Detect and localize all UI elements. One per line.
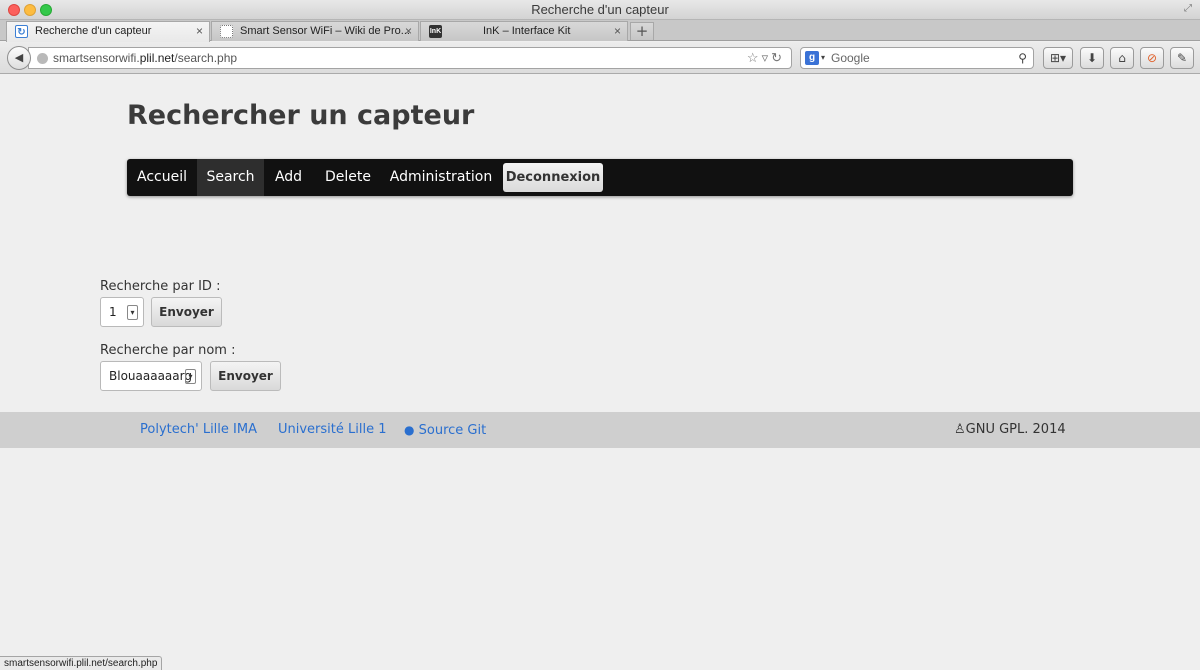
name-select[interactable]: Blouaaaaaarg ▾ bbox=[100, 361, 202, 391]
bookmark-star-icon[interactable]: ☆▿↻ bbox=[747, 48, 785, 68]
nav-item-search[interactable]: Search bbox=[197, 159, 264, 196]
extensions-icon[interactable]: ⊞▾ bbox=[1043, 47, 1073, 69]
addon-icon[interactable]: ✎ bbox=[1170, 47, 1194, 69]
page-footer: Polytech' Lille IMA Université Lille 1 ●… bbox=[0, 412, 1200, 448]
back-arrow-icon: ◀ bbox=[14, 51, 24, 64]
id-select[interactable]: 1 ▾ bbox=[100, 297, 144, 327]
download-icon[interactable]: ⬇ bbox=[1080, 47, 1104, 69]
nav-item-add[interactable]: Add bbox=[264, 159, 313, 196]
maximize-window-button[interactable] bbox=[40, 4, 52, 16]
fullscreen-icon[interactable]: ⤢ bbox=[1182, 3, 1194, 15]
chevron-down-icon: ▾ bbox=[185, 369, 196, 384]
search-icon[interactable]: ⚲ bbox=[1018, 48, 1027, 68]
footer-link-universite[interactable]: Université Lille 1 bbox=[278, 412, 387, 448]
linux-penguin-icon: ♙ bbox=[954, 422, 966, 437]
footer-link-source-git[interactable]: ● Source Git bbox=[404, 412, 486, 449]
chevron-down-icon: ▾ bbox=[127, 305, 138, 320]
close-tab-icon[interactable]: × bbox=[614, 22, 621, 40]
nav-item-administration[interactable]: Administration bbox=[383, 159, 499, 196]
status-bar: smartsensorwifi.plil.net/search.php bbox=[0, 656, 163, 670]
window-titlebar: Recherche d'un capteur ⤢ bbox=[0, 0, 1200, 20]
ink-logo-icon: InK bbox=[429, 25, 442, 38]
tab-label: InK – Interface Kit bbox=[483, 25, 571, 37]
footer-link-polytech[interactable]: Polytech' Lille IMA bbox=[140, 412, 257, 448]
search-input[interactable]: g ▾ Google ⚲ bbox=[800, 47, 1034, 69]
new-tab-button[interactable]: + bbox=[630, 22, 654, 40]
tab-label: Smart Sensor WiFi – Wiki de Pro... bbox=[240, 25, 410, 37]
page-title: Rechercher un capteur bbox=[127, 100, 475, 131]
home-icon[interactable]: ⌂ bbox=[1110, 47, 1134, 69]
footer-link-label: Source Git bbox=[418, 423, 487, 438]
tab-label: Recherche d'un capteur bbox=[35, 25, 152, 37]
minimize-window-button[interactable] bbox=[24, 4, 36, 16]
google-icon: g bbox=[805, 51, 819, 65]
browser-toolbar: smartsensorwifi.plil.net/search.php ☆▿↻ … bbox=[0, 42, 1200, 74]
submit-id-button[interactable]: Envoyer bbox=[151, 297, 222, 327]
address-bar[interactable]: smartsensorwifi.plil.net/search.php ☆▿↻ bbox=[28, 47, 792, 69]
license-label: GNU GPL. 2014 bbox=[965, 422, 1066, 437]
search-by-id-label: Recherche par ID : bbox=[100, 279, 221, 294]
tab-wiki[interactable]: Smart Sensor WiFi – Wiki de Pro... × bbox=[211, 21, 419, 41]
logout-button[interactable]: Deconnexion bbox=[503, 163, 603, 192]
tab-strip: ↻ Recherche d'un capteur × Smart Sensor … bbox=[0, 20, 1200, 42]
github-icon: ● bbox=[404, 423, 415, 437]
close-tab-icon[interactable]: × bbox=[405, 22, 412, 40]
license-text: ♙GNU GPL. 2014 bbox=[954, 412, 1066, 448]
globe-icon bbox=[37, 53, 48, 64]
search-by-name-label: Recherche par nom : bbox=[100, 343, 236, 358]
main-navbar: Accueil Search Add Delete Administration… bbox=[127, 159, 1073, 196]
nav-item-delete[interactable]: Delete bbox=[313, 159, 383, 196]
close-window-button[interactable] bbox=[8, 4, 20, 16]
nav-item-accueil[interactable]: Accueil bbox=[127, 159, 197, 196]
close-tab-icon[interactable]: × bbox=[196, 22, 203, 40]
blank-page-icon bbox=[220, 25, 233, 38]
engine-dropdown-icon[interactable]: ▾ bbox=[821, 48, 825, 68]
tab-ink[interactable]: InK InK – Interface Kit × bbox=[420, 21, 628, 41]
submit-name-button[interactable]: Envoyer bbox=[210, 361, 281, 391]
id-select-value: 1 bbox=[109, 305, 117, 319]
refresh-icon: ↻ bbox=[15, 25, 28, 38]
name-select-value: Blouaaaaaarg bbox=[109, 369, 192, 383]
search-placeholder: Google bbox=[831, 51, 870, 65]
back-button[interactable]: ◀ bbox=[7, 46, 31, 70]
tab-recherche[interactable]: ↻ Recherche d'un capteur × bbox=[6, 21, 210, 42]
url-text: smartsensorwifi.plil.net/search.php bbox=[53, 51, 238, 65]
window-title: Recherche d'un capteur bbox=[531, 2, 669, 17]
block-icon[interactable]: ⊘ bbox=[1140, 47, 1164, 69]
